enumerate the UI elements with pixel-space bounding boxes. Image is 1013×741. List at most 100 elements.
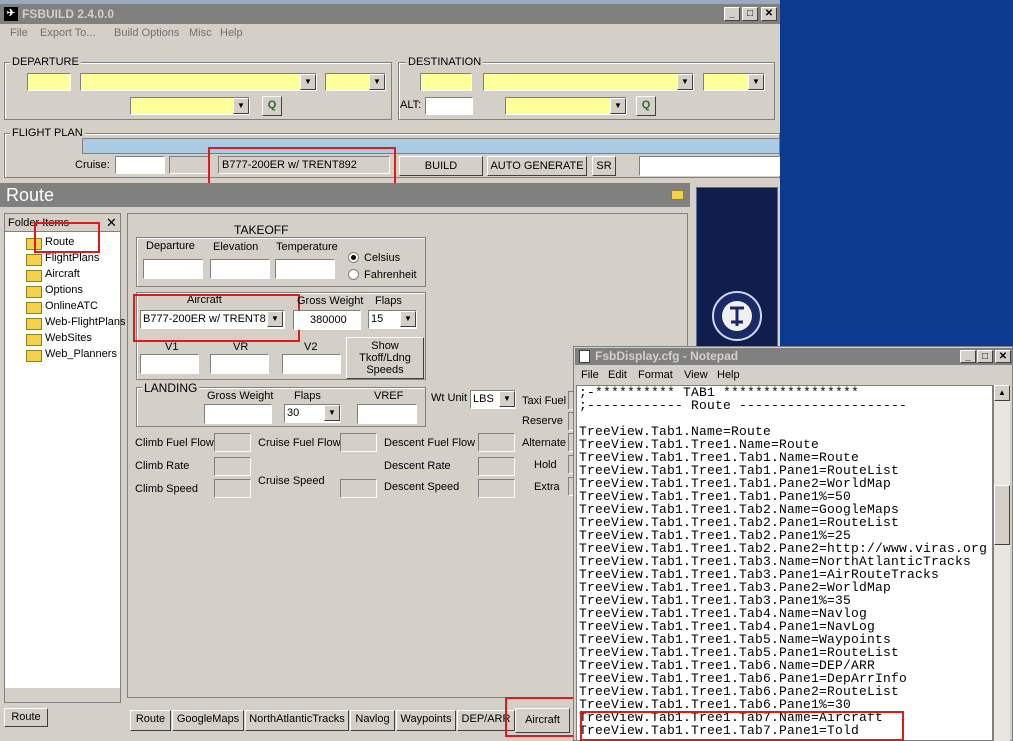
taxi-fuel-label: Taxi Fuel <box>522 395 567 407</box>
notepad-content: ;-********** TAB1 ***************** ;----… <box>577 386 992 737</box>
destination-icao-field[interactable] <box>420 73 472 91</box>
vref-field[interactable] <box>357 404 417 424</box>
sr-button[interactable]: SR <box>592 156 616 176</box>
departure-icao-field[interactable] <box>27 73 71 91</box>
folder-tab-route[interactable]: Route <box>4 708 48 727</box>
gross-weight-field[interactable]: 380000 <box>293 310 361 330</box>
elevation-label: Elevation <box>213 241 259 253</box>
chevron-down-icon[interactable]: ▼ <box>233 98 249 114</box>
tree-item-onlineatc[interactable]: OnlineATC <box>45 300 98 312</box>
v1-label: V1 <box>165 341 179 353</box>
menu-build-options[interactable]: Build Options <box>114 27 179 39</box>
notepad-menu-format[interactable]: Format <box>638 369 673 381</box>
destination-search-icon[interactable]: Q <box>636 96 656 116</box>
vr-field[interactable] <box>210 354 269 374</box>
climb-speed-field[interactable] <box>214 479 251 498</box>
route-string-field[interactable] <box>82 138 780 154</box>
folder-icon[interactable] <box>671 190 684 200</box>
notepad-menu-view[interactable]: View <box>684 369 708 381</box>
build-button[interactable]: BUILD <box>399 156 483 176</box>
departure-search-icon[interactable]: Q <box>262 96 282 116</box>
landing-gross-weight-field[interactable] <box>204 404 272 424</box>
auto-generate-button[interactable]: AUTO GENERATE <box>487 156 587 176</box>
notepad-text-area[interactable]: ;-********** TAB1 ***************** ;----… <box>576 385 993 741</box>
chevron-down-icon[interactable]: ▼ <box>324 405 340 421</box>
flaps-label: Flaps <box>375 295 402 307</box>
notepad-menu-edit[interactable]: Edit <box>608 369 627 381</box>
celsius-radio[interactable] <box>348 252 359 263</box>
close-icon[interactable]: ✕ <box>761 7 777 21</box>
panel-close-icon[interactable]: ✕ <box>106 215 117 231</box>
temperature-field[interactable] <box>275 259 335 279</box>
chevron-down-icon[interactable]: ▼ <box>610 98 626 114</box>
climb-rate-field[interactable] <box>214 457 251 476</box>
notepad-icon <box>579 350 590 363</box>
destination-airport-select[interactable] <box>483 73 694 91</box>
show-speeds-button[interactable]: Show Tkoff/Ldng Speeds <box>346 337 424 379</box>
horizontal-scrollbar[interactable] <box>5 688 120 702</box>
tree-item-websites[interactable]: WebSites <box>45 332 92 344</box>
chevron-down-icon[interactable]: ▼ <box>748 74 764 90</box>
scroll-up-icon[interactable]: ▲ <box>994 385 1010 401</box>
chevron-down-icon[interactable]: ▼ <box>677 74 693 90</box>
route-header: Route <box>0 183 690 207</box>
alt-label: ALT: <box>400 99 422 111</box>
tree-item-flightplans[interactable]: FlightPlans <box>45 252 99 264</box>
menu-misc[interactable]: Misc <box>189 27 212 39</box>
fahrenheit-label: Fahrenheit <box>364 269 417 281</box>
tab-waypoints[interactable]: Waypoints <box>396 710 456 731</box>
menu-export[interactable]: Export To... <box>40 27 95 39</box>
chevron-down-icon[interactable]: ▼ <box>369 74 385 90</box>
notepad-menu-bar: File Edit Format View Help <box>575 366 1011 384</box>
descent-fuel-flow-field[interactable] <box>478 433 515 452</box>
tree-item-options[interactable]: Options <box>45 284 83 296</box>
tree-item-web-flightplans[interactable]: Web-FlightPlans <box>45 316 126 328</box>
climb-speed-label: Climb Speed <box>135 483 198 495</box>
descent-speed-label: Descent Speed <box>384 481 460 493</box>
notepad-menu-help[interactable]: Help <box>717 369 740 381</box>
chevron-down-icon[interactable]: ▼ <box>400 311 416 327</box>
cruise-fuel-flow-field[interactable] <box>340 433 377 452</box>
tab-northatlantictracks[interactable]: NorthAtlanticTracks <box>245 710 349 731</box>
folder-icon <box>26 334 42 346</box>
flight-plan-label: FLIGHT PLAN <box>10 127 85 139</box>
menu-file[interactable]: File <box>10 27 28 39</box>
descent-fuel-flow-label: Descent Fuel Flow <box>384 437 476 449</box>
climb-fuel-flow-field[interactable] <box>214 433 251 452</box>
scroll-thumb[interactable] <box>994 485 1010 545</box>
v1-field[interactable] <box>140 354 199 374</box>
chevron-down-icon[interactable]: ▼ <box>499 391 515 407</box>
fahrenheit-radio[interactable] <box>348 269 359 280</box>
minimize-icon[interactable]: _ <box>960 350 976 363</box>
tab-googlemaps[interactable]: GoogleMaps <box>172 710 244 731</box>
cruise-altitude-field[interactable] <box>115 156 165 174</box>
cruise-speed-label: Cruise Speed <box>258 475 325 487</box>
minimize-icon[interactable]: _ <box>724 7 740 21</box>
vertical-scrollbar[interactable]: ▲ <box>993 385 1010 741</box>
notepad-line: ;------------ Route --------------------… <box>579 398 908 413</box>
tab-route[interactable]: Route <box>130 710 171 731</box>
tree-item-aircraft[interactable]: Aircraft <box>45 268 80 280</box>
alternate-fuel-label: Alternate <box>522 437 567 449</box>
app-icon: ✈ <box>4 7 18 21</box>
menu-help[interactable]: Help <box>220 27 243 39</box>
folder-icon <box>26 254 42 266</box>
alternate-field[interactable] <box>425 97 473 115</box>
maximize-icon[interactable]: □ <box>977 350 993 363</box>
departure-sid-select[interactable] <box>130 97 250 115</box>
destination-star-select[interactable] <box>505 97 627 115</box>
elevation-field[interactable] <box>210 259 270 279</box>
cruise-speed-field[interactable] <box>340 479 377 498</box>
chevron-down-icon[interactable]: ▼ <box>300 74 316 90</box>
departure-airport-select[interactable] <box>80 73 317 91</box>
takeoff-departure-field[interactable] <box>143 259 203 279</box>
descent-speed-field[interactable] <box>478 479 515 498</box>
notepad-menu-file[interactable]: File <box>581 369 599 381</box>
maximize-icon[interactable]: □ <box>742 7 758 21</box>
tab-navlog[interactable]: Navlog <box>350 710 395 731</box>
close-icon[interactable]: ✕ <box>995 350 1011 363</box>
descent-rate-field[interactable] <box>478 457 515 476</box>
v2-field[interactable] <box>282 354 341 374</box>
landing-flaps-label: Flaps <box>294 390 321 402</box>
tree-item-web-planners[interactable]: Web_Planners <box>45 348 117 360</box>
